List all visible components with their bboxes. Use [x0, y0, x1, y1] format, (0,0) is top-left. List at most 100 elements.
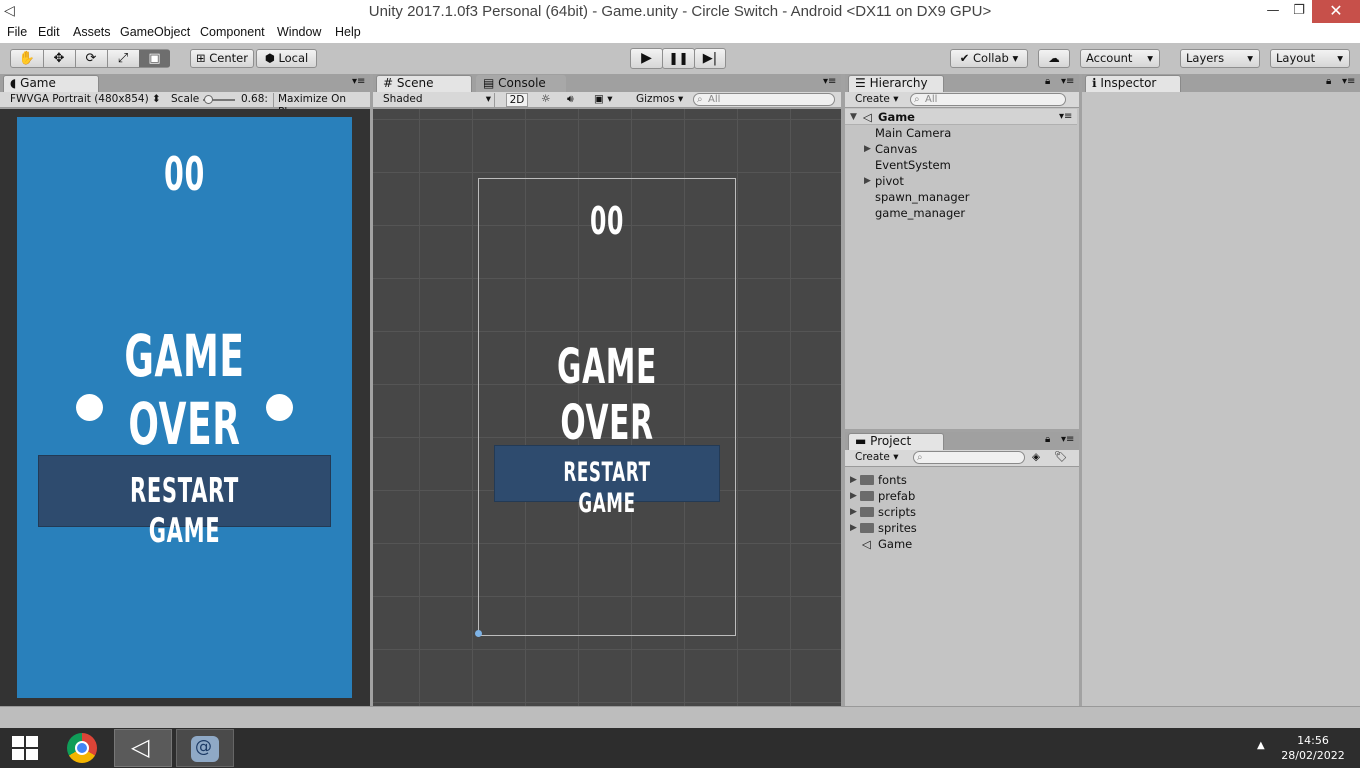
rotate-tool-icon[interactable]: ⟳ — [75, 50, 108, 67]
scale-slider-thumb[interactable] — [204, 95, 213, 104]
project-item[interactable]: ◁ Game — [845, 536, 1077, 552]
collab-dropdown[interactable]: ✔ Collab ▾ — [950, 49, 1028, 68]
hierarchy-search-input[interactable]: ⌕ All — [910, 93, 1066, 106]
hierarchy-tabbar: ☰ Hierarchy 🔒︎ ▾≡ — [845, 74, 1079, 92]
window-title: Unity 2017.1.0f3 Personal (64bit) - Game… — [368, 3, 992, 20]
expand-arrow-icon[interactable]: ▶ — [864, 141, 871, 157]
windows-start-icon[interactable] — [12, 736, 38, 760]
hierarchy-item[interactable]: game_manager — [845, 205, 1077, 221]
tab-scene[interactable]: # Scene — [376, 75, 472, 92]
filter-label-icon[interactable]: 🏷︎ — [1054, 451, 1067, 465]
step-button[interactable]: ▶| — [694, 48, 726, 69]
project-create-dropdown[interactable]: Create ▾ — [855, 451, 899, 465]
restart-game-button[interactable]: RESTART GAME — [38, 455, 331, 551]
resolution-dropdown[interactable]: FWVGA Portrait (480x854) ⬍ — [10, 93, 165, 107]
unity-taskbar-button[interactable]: ◁ — [114, 729, 172, 767]
scene-viewport[interactable]: 00 GAME OVER RESTART GAME — [373, 109, 841, 706]
pivot-local-button[interactable]: ⬢ Local — [256, 49, 317, 68]
expand-arrow-icon[interactable]: ▶ — [850, 472, 857, 488]
account-label: Account — [1086, 51, 1133, 65]
scene-menu-icon[interactable]: ▾≡ — [1059, 109, 1072, 125]
shading-dropdown[interactable]: Shaded ▾ — [383, 93, 495, 107]
cloud-button[interactable]: ☁ — [1038, 49, 1070, 68]
audio-icon[interactable]: 🔊︎ — [567, 93, 574, 107]
lock-icon[interactable]: 🔒︎ — [1045, 76, 1050, 87]
tab-project-label: Project — [870, 434, 912, 448]
panel-menu-icon[interactable]: ▾≡ — [352, 76, 365, 87]
app-taskbar-button[interactable]: @ — [176, 729, 234, 767]
filter-type-icon[interactable]: ◈ — [1032, 451, 1040, 465]
canvas-pivot-handle[interactable] — [475, 630, 482, 637]
restore-button[interactable]: ❐ — [1282, 0, 1316, 23]
pause-button[interactable]: ❚❚ — [662, 48, 695, 69]
scale-tool-icon[interactable]: ⤢ — [107, 50, 140, 67]
expand-arrow-icon[interactable]: ▶ — [864, 173, 871, 189]
menu-component[interactable]: Component — [200, 25, 265, 39]
project-item[interactable]: ▶ scripts — [845, 504, 1077, 520]
folder-icon — [860, 475, 874, 485]
account-dropdown[interactable]: Account ▾ — [1080, 49, 1160, 68]
left-circle — [76, 394, 103, 421]
panel-menu-icon[interactable]: ▾≡ — [1061, 434, 1074, 445]
project-item[interactable]: ▶ prefab — [845, 488, 1077, 504]
system-clock[interactable]: 14:56 28/02/2022 — [1280, 733, 1346, 763]
menu-assets[interactable]: Assets — [73, 25, 111, 39]
hierarchy-create-dropdown[interactable]: Create ▾ — [855, 93, 899, 107]
transform-tools: ✋ ✥ ⟳ ⤢ ▣ — [10, 49, 170, 68]
move-tool-icon[interactable]: ✥ — [43, 50, 76, 67]
project-item[interactable]: ▶ sprites — [845, 520, 1077, 536]
layout-dropdown[interactable]: Layout ▾ — [1270, 49, 1350, 68]
panel-menu-icon[interactable]: ▾≡ — [823, 76, 836, 87]
tab-console[interactable]: ▤ Console — [476, 75, 566, 92]
layers-dropdown[interactable]: Layers ▾ — [1180, 49, 1260, 68]
show-hidden-icons-icon[interactable]: ▲ — [1257, 740, 1265, 751]
scene-restart-button[interactable]: RESTART GAME — [494, 445, 720, 519]
hierarchy-scene-row[interactable]: ▼ ◁ Game ▾≡ — [845, 109, 1077, 125]
tab-hierarchy[interactable]: ☰ Hierarchy — [848, 75, 944, 92]
dropdown-arrow-icon: ▾ — [1337, 51, 1343, 65]
lock-icon[interactable]: 🔒︎ — [1326, 76, 1331, 87]
menu-help[interactable]: Help — [335, 25, 361, 39]
lock-icon[interactable]: 🔒︎ — [1045, 434, 1050, 445]
maximize-on-play-toggle[interactable]: Maximize On Play — [273, 93, 370, 118]
expand-arrow-icon[interactable]: ▶ — [850, 504, 857, 520]
collab-label: Collab — [973, 51, 1009, 65]
panel-menu-icon[interactable]: ▾≡ — [1061, 76, 1074, 87]
dropdown-arrow-icon: ▾ — [1147, 51, 1153, 65]
play-button[interactable]: ▶ — [630, 48, 663, 69]
menu-edit[interactable]: Edit — [38, 25, 60, 39]
hierarchy-item[interactable]: spawn_manager — [845, 189, 1077, 205]
close-button[interactable]: ✕ — [1312, 0, 1360, 23]
scene-search-input[interactable]: ⌕ All — [693, 93, 835, 106]
rect-tool-icon[interactable]: ▣ — [139, 50, 170, 67]
hierarchy-item[interactable]: ▶ Canvas — [845, 141, 1077, 157]
project-item[interactable]: ▶ fonts — [845, 472, 1077, 488]
folder-icon — [860, 523, 874, 533]
hierarchy-item[interactable]: ▶ pivot — [845, 173, 1077, 189]
project-search-input[interactable]: ⌕ — [913, 451, 1025, 464]
mode-2d-toggle[interactable]: 2D — [506, 93, 528, 107]
lighting-icon[interactable]: ☼ — [541, 93, 550, 107]
menu-file[interactable]: File — [7, 25, 27, 39]
unity-scene-icon: ◁ — [862, 537, 871, 551]
effects-icon[interactable]: ▣ ▾ — [594, 93, 613, 107]
tab-project[interactable]: ▬ Project — [848, 433, 944, 450]
expand-arrow-icon[interactable]: ▶ — [850, 520, 857, 536]
game-tabbar: ◖ Game ▾≡ — [0, 74, 370, 92]
gizmos-dropdown[interactable]: Gizmos ▾ — [636, 93, 683, 107]
chrome-taskbar-button[interactable] — [53, 729, 110, 767]
hand-tool-icon[interactable]: ✋ — [11, 50, 44, 67]
menu-gameobject[interactable]: GameObject — [120, 25, 190, 39]
tab-inspector[interactable]: ℹ Inspector — [1085, 75, 1181, 92]
pivot-local-label: Local — [278, 51, 309, 65]
tab-game[interactable]: ◖ Game — [3, 75, 99, 92]
expand-arrow-icon[interactable]: ▼ — [850, 109, 857, 125]
hierarchy-item[interactable]: Main Camera — [845, 125, 1077, 141]
expand-arrow-icon[interactable]: ▶ — [850, 488, 857, 504]
menu-window[interactable]: Window — [277, 25, 321, 39]
hierarchy-item[interactable]: EventSystem — [845, 157, 1077, 173]
pivot-center-button[interactable]: ⊞ Center — [190, 49, 254, 68]
scene-game-over-text: GAME OVER — [557, 339, 657, 451]
swirl-icon: @ — [195, 737, 212, 757]
panel-menu-icon[interactable]: ▾≡ — [1342, 76, 1355, 87]
